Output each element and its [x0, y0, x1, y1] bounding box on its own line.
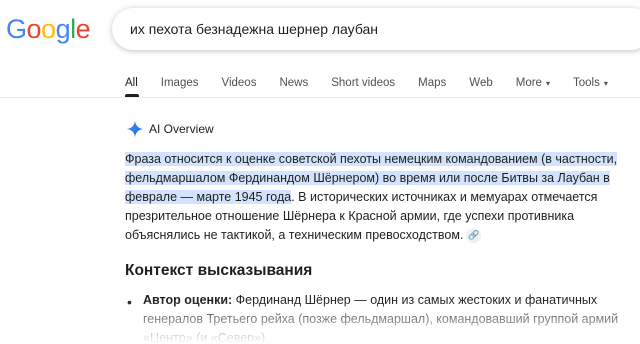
tab-tools[interactable]: Tools ▾ [573, 77, 608, 89]
ai-overview-label: AI Overview [149, 122, 214, 136]
search-tabs: All Images Videos News Short videos Maps Web Mo… [125, 72, 631, 94]
tab-label: More [515, 77, 542, 89]
logo-letter: o [41, 14, 56, 44]
tab-label: News [279, 77, 309, 89]
tab-label: Maps [418, 77, 447, 89]
tab-videos[interactable]: Videos [222, 77, 257, 89]
logo-letter: g [55, 14, 71, 44]
logo-letter: G [6, 14, 27, 44]
bullet-dot: • [127, 294, 132, 310]
tab-images[interactable]: Images [161, 77, 199, 89]
tab-label: Images [160, 77, 199, 89]
google-logo[interactable]: Google [6, 14, 91, 45]
ai-overview-header: AI Overview [126, 120, 214, 138]
tab-label: Videos [221, 77, 257, 89]
tab-label: Short videos [331, 77, 396, 89]
logo-letter: e [75, 14, 91, 44]
tab-label: Tools [572, 77, 600, 89]
chevron-down-icon: ▾ [603, 79, 608, 88]
tab-label: Web [469, 77, 493, 89]
tab-more[interactable]: More ▾ [516, 77, 550, 89]
tab-web[interactable]: Web [469, 77, 492, 89]
link-icon[interactable]: 🔗 [466, 228, 482, 244]
tabs-divider [0, 97, 640, 98]
ai-overview-paragraph: Фраза относится к оценке советской пехот… [125, 150, 630, 245]
chevron-down-icon: ▾ [545, 79, 550, 88]
section-title: Контекст высказывания [125, 262, 313, 279]
search-input[interactable]: их пехота безнадежна шернер лаубан [112, 8, 640, 50]
tab-maps[interactable]: Maps [418, 77, 446, 89]
list-item: Автор оценки: Фердинанд Шёрнер — один из… [143, 291, 633, 344]
tab-all[interactable]: All [125, 77, 138, 89]
tab-label: All [125, 77, 138, 89]
search-query-text: их пехота безнадежна шернер лаубан [130, 21, 379, 37]
tab-short-videos[interactable]: Short videos [331, 77, 395, 89]
sparkle-icon [126, 120, 144, 138]
bullet-bold-label: Автор оценки: [143, 293, 233, 307]
tab-news[interactable]: News [279, 77, 308, 89]
logo-letter: o [26, 14, 42, 44]
